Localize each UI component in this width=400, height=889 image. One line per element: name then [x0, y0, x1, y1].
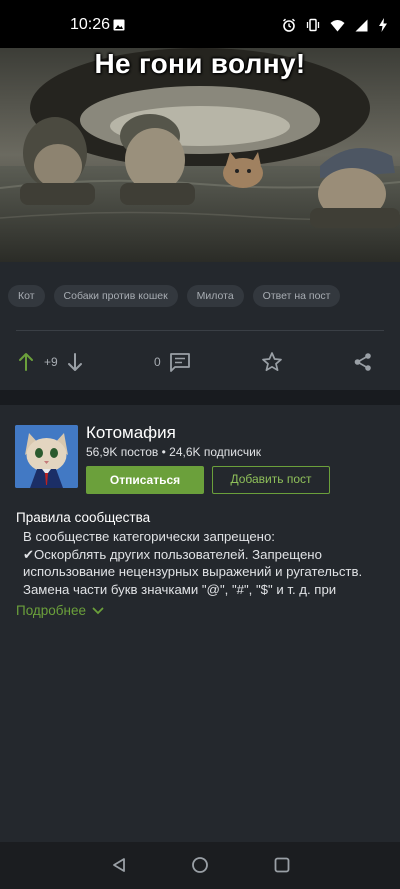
rules-text: В сообществе категорически запрещено: ✔О… [23, 528, 388, 598]
share-button[interactable] [353, 344, 373, 380]
divider [16, 330, 384, 331]
post-card: Кот Собаки против кошек Милота Ответ на … [0, 262, 400, 390]
meme-illustration [0, 48, 400, 262]
star-icon [262, 352, 282, 372]
status-bar: 10:26 [0, 0, 400, 48]
add-post-button[interactable]: Добавить пост [212, 466, 330, 494]
community-avatar[interactable] [15, 425, 78, 488]
downvote-button[interactable] [67, 344, 83, 380]
share-icon [354, 353, 371, 371]
rating-value: +9 [44, 355, 58, 369]
community-name[interactable]: Котомафия [86, 423, 176, 443]
chevron-down-icon [92, 607, 104, 614]
tag-list: Кот Собаки против кошек Милота Ответ на … [8, 285, 341, 307]
vibrate-icon [306, 18, 320, 32]
image-notification-icon [113, 19, 125, 31]
unsubscribe-button[interactable]: Отписаться [86, 466, 204, 494]
rules-line: ✔Оскорблять других пользователей. Запрещ… [23, 546, 322, 562]
rules-line: Замена части букв значками "@", "#", "$"… [23, 581, 337, 597]
signal-icon [355, 19, 368, 31]
status-time: 10:26 [70, 16, 111, 33]
tag-chip[interactable]: Кот [8, 285, 45, 307]
arrow-up-icon [19, 353, 33, 371]
comments-button[interactable] [169, 344, 191, 380]
tag-chip[interactable]: Ответ на пост [252, 285, 341, 307]
post-actions: +9 0 [0, 344, 400, 380]
recents-icon[interactable] [273, 856, 291, 874]
rules-line: использование нецензурных выражений и ру… [23, 564, 363, 579]
alarm-icon [282, 18, 296, 32]
comments-count: 0 [154, 355, 161, 369]
tag-chip[interactable]: Собаки против кошек [53, 285, 178, 307]
cat-avatar-image [15, 425, 78, 488]
rules-line: В сообществе категорически запрещено: [23, 529, 275, 544]
back-icon[interactable] [110, 856, 128, 874]
community-stats: 56,9K постов • 24,6K подписчик [86, 445, 262, 459]
wifi-icon [330, 19, 345, 31]
status-icons [282, 18, 388, 32]
arrow-down-icon [68, 353, 82, 371]
system-nav-bar [0, 842, 400, 889]
home-icon[interactable] [191, 856, 209, 874]
community-card: Котомафия 56,9K постов • 24,6K подписчик… [0, 405, 400, 658]
battery-charging-icon [379, 18, 387, 32]
meme-caption: Не гони волну! [94, 48, 306, 79]
more-link-label: Подробнее [16, 603, 87, 618]
post-image[interactable]: Не гони волну! [0, 48, 400, 262]
upvote-button[interactable] [18, 344, 34, 380]
rules-title: Правила сообщества [16, 510, 151, 525]
tag-chip[interactable]: Милота [186, 285, 244, 307]
feed-background [0, 658, 400, 842]
save-button[interactable] [261, 344, 283, 380]
more-link[interactable]: Подробнее [16, 603, 104, 618]
comment-icon [170, 353, 190, 372]
